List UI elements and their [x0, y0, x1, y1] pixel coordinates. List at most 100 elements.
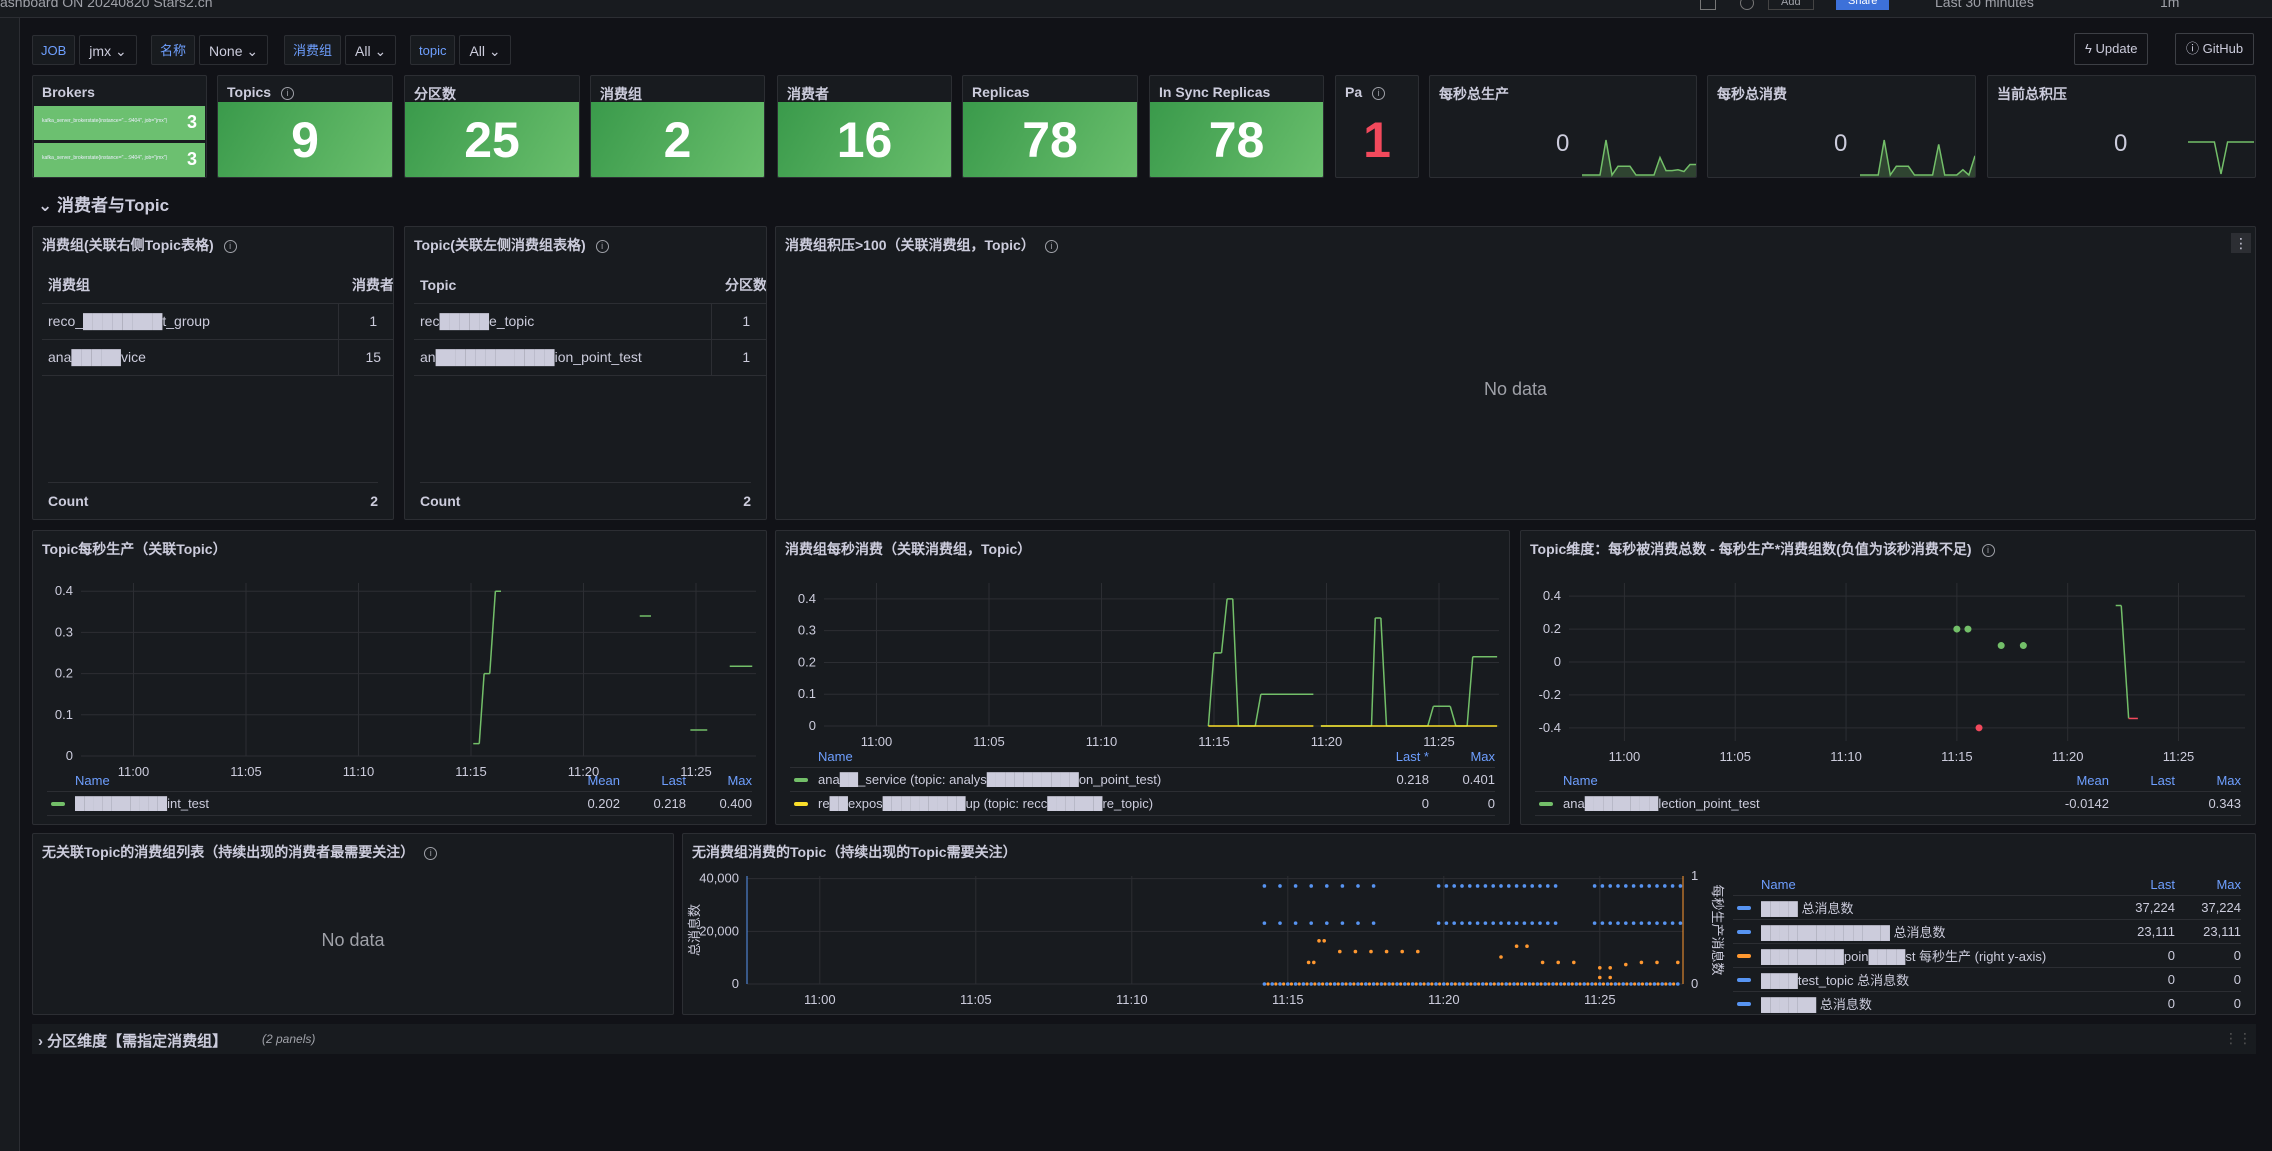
table-row[interactable]: rec█████e_topic 1 [414, 303, 766, 340]
data-point [1391, 982, 1395, 986]
data-point [1371, 921, 1376, 925]
group-select[interactable]: All ⌄ [345, 35, 397, 65]
y2-axis-label: 每秒生产消息数 [1710, 884, 1725, 975]
data-point [2019, 642, 2027, 650]
topic-select[interactable]: All ⌄ [459, 35, 511, 65]
data-point [1582, 982, 1586, 986]
series-name: ██████████int_test [75, 796, 210, 811]
data-point [1547, 982, 1551, 986]
legend-col-name[interactable]: Name [47, 773, 554, 788]
panel-title: 无消费组消费的Topic（持续出现的Topic需要关注） [692, 844, 1017, 860]
job-select[interactable]: jmx ⌄ [79, 35, 137, 65]
data-point [1543, 982, 1547, 986]
refresh-interval[interactable]: 1m [2160, 0, 2179, 10]
info-icon[interactable]: i [1044, 239, 1058, 253]
name-select[interactable]: None ⌄ [199, 35, 269, 65]
table-row[interactable]: an████████████ion_point_test 1 [414, 339, 766, 376]
info-icon[interactable]: i [424, 846, 438, 860]
cell: rec█████e_topic [414, 303, 711, 340]
legend-col-header[interactable]: Mean [554, 773, 620, 788]
series-line-segment [1449, 706, 1457, 727]
legend-col-header[interactable]: Max [686, 773, 752, 788]
drag-handle-icon[interactable]: ⋮⋮ [2224, 1030, 2252, 1047]
data-point [1592, 884, 1597, 888]
column-header[interactable]: 分区数 [711, 267, 766, 304]
add-button[interactable]: Add [1768, 0, 1814, 10]
topic-diff-chart-panel: Topic维度：每秒被消费总数 - 每秒生产*消费组数(负值为该秒消费不足) i … [1520, 530, 2256, 825]
legend-col-header[interactable]: Mean [2043, 773, 2109, 788]
info-icon[interactable]: i [1981, 543, 1995, 557]
time-range-picker[interactable]: Last 30 minutes [1935, 0, 2034, 10]
legend-col-header[interactable]: Last [2109, 773, 2175, 788]
legend-col-header[interactable]: Last [2109, 877, 2175, 892]
legend-col-header[interactable]: Max [2175, 773, 2241, 788]
legend-item[interactable]: ████test_topic 总消息数 0 0 [1733, 968, 2241, 992]
table-footer: Count 2 [48, 482, 378, 509]
legend-item[interactable]: ████ 总消息数 37,224 37,224 [1733, 896, 2241, 920]
data-point [1460, 921, 1464, 925]
settings-icon[interactable] [1740, 0, 1754, 10]
legend-item[interactable]: █████████poin████st 每秒生产 (right y-axis) 0… [1733, 944, 2241, 968]
variable-label: 名称 [151, 35, 196, 65]
row-partition[interactable]: › 分区维度【需指定消费组】 (2 panels) ⋮⋮ [32, 1024, 2256, 1054]
data-point [1613, 982, 1618, 986]
data-point [1383, 982, 1387, 986]
data-point [1609, 982, 1613, 986]
row-consumers-topic[interactable]: ⌄ 消费者与Topic [38, 191, 169, 216]
share-button[interactable]: Share [1836, 0, 1890, 10]
data-point [1647, 921, 1651, 925]
legend-value: 0 [2167, 972, 2175, 987]
table-row[interactable]: ana█████vice 15 [42, 339, 393, 376]
panel-menu-icon[interactable]: ⋮ [2231, 233, 2251, 253]
data-point [1605, 982, 1610, 986]
info-icon[interactable]: i [595, 239, 609, 253]
legend-col-name[interactable]: Name [1733, 877, 2109, 892]
legend-item[interactable]: ana██_service (topic: analys██████████on… [790, 768, 1495, 792]
github-button[interactable]: ⓘ GitHub [2175, 33, 2255, 65]
legend-col-header[interactable]: Max [2175, 877, 2241, 892]
update-button[interactable]: ϟ Update [2074, 33, 2149, 65]
x-tick-label: 11:15 [1941, 749, 1973, 764]
data-point [1616, 884, 1620, 888]
legend-col-name[interactable]: Name [1535, 773, 2043, 788]
legend-item[interactable]: re██expos█████████up (topic: recc██████r… [790, 792, 1495, 816]
cell: an████████████ion_point_test [414, 339, 711, 376]
y-tick-label: 0.2 [798, 654, 816, 669]
legend-item[interactable]: ██████████int_test 0.202 0.218 0.400 [47, 792, 752, 816]
legend-col-header[interactable]: Last * [1363, 749, 1429, 764]
series-color-swatch [1737, 953, 1751, 958]
y2-tick-label: 1 [1691, 868, 1698, 883]
table-row[interactable]: reco_████████t_group 1 [42, 303, 393, 340]
data-point [1616, 921, 1620, 925]
x-tick-label: 11:05 [1719, 749, 1751, 764]
column-header[interactable]: 消费组 [42, 267, 338, 304]
legend-item[interactable]: ██████ 总消息数 0 0 [1733, 992, 2241, 1014]
info-icon[interactable]: i [223, 239, 237, 253]
data-point [1286, 982, 1290, 986]
legend-col-header[interactable]: Max [1429, 749, 1495, 764]
x-tick-label: 11:05 [960, 992, 992, 1007]
legend-item[interactable]: ana████████lection_point_test -0.0142 0.34… [1535, 792, 2241, 816]
save-icon[interactable] [1700, 0, 1716, 10]
consume-panel: 每秒总消费 0 [1707, 75, 1976, 178]
legend-item[interactable]: ██████████████ 总消息数 23,111 23,111 [1733, 920, 2241, 944]
y-tick-label: 0 [1554, 654, 1561, 669]
info-icon[interactable]: i [1372, 86, 1386, 100]
data-point [1637, 982, 1641, 986]
select-value: All [355, 43, 371, 59]
groups-panel: 消费组 2 [590, 75, 765, 178]
x-tick-label: 11:00 [1609, 749, 1641, 764]
data-point [1445, 982, 1450, 986]
column-header[interactable]: 消费者 [338, 267, 393, 304]
x-tick-label: 11:10 [1830, 749, 1862, 764]
info-icon[interactable]: i [281, 86, 295, 100]
row-panel-count: (2 panels) [262, 1032, 316, 1046]
data-point [1592, 921, 1597, 925]
data-point [1449, 982, 1454, 986]
column-header[interactable]: Topic [414, 267, 711, 304]
cell: 1 [710, 339, 766, 376]
data-point [1465, 982, 1469, 986]
legend-col-name[interactable]: Name [790, 749, 1363, 764]
legend-col-header[interactable]: Last [620, 773, 686, 788]
data-point [1997, 642, 2005, 650]
